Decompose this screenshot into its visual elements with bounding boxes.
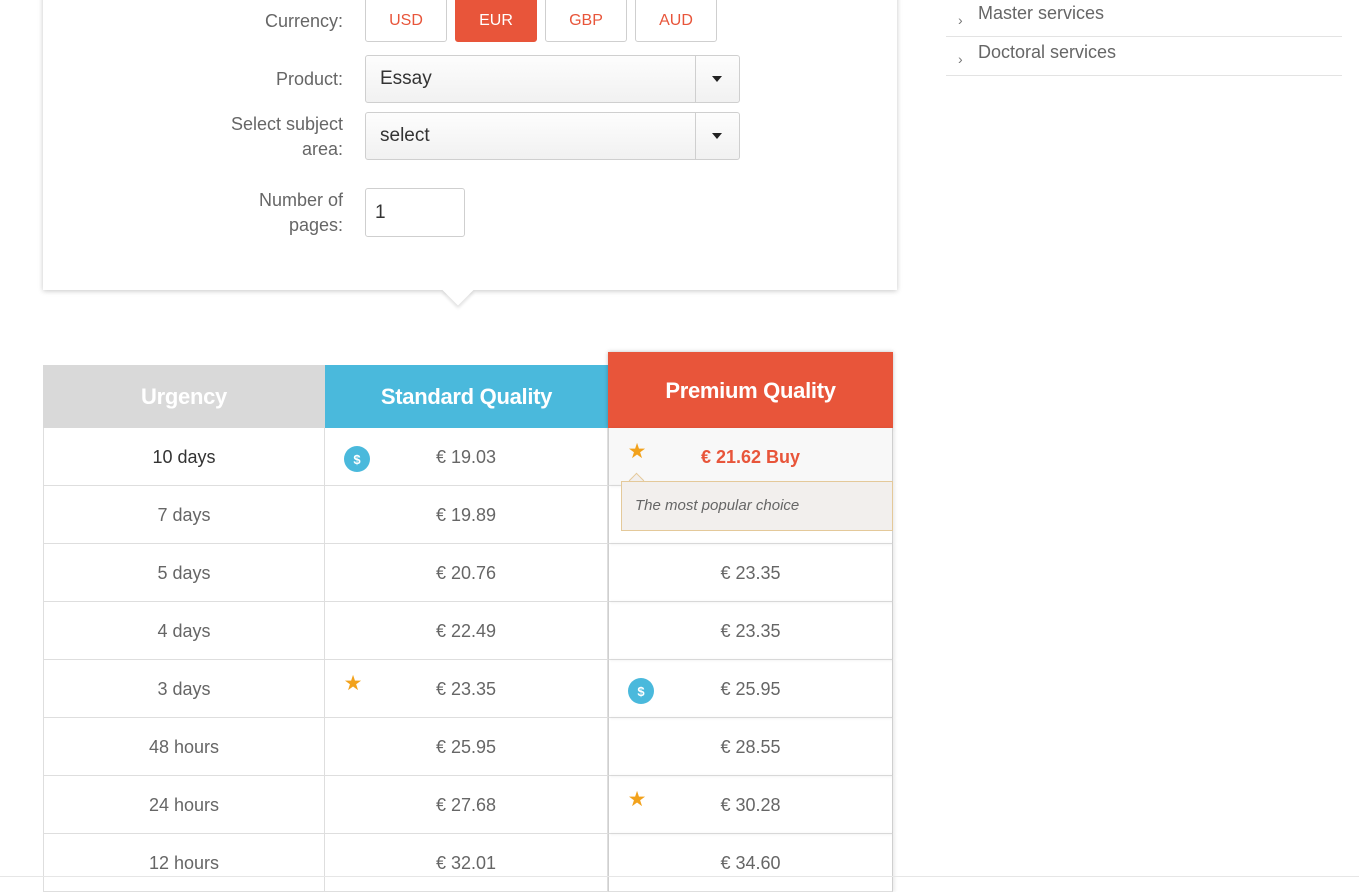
premium-price-cell[interactable]: € 34.60 bbox=[608, 834, 893, 892]
premium-price: € 28.55 bbox=[720, 737, 781, 757]
premium-price-cell[interactable]: € 28.55 bbox=[608, 718, 893, 776]
premium-price: € 30.28 bbox=[720, 795, 781, 815]
standard-price-cell[interactable]: € 25.95 bbox=[325, 718, 608, 776]
urgency-cell: 4 days bbox=[43, 602, 325, 660]
subject-select[interactable]: select bbox=[365, 112, 740, 160]
subject-dropdown-toggle[interactable] bbox=[695, 113, 739, 159]
standard-price: € 19.89 bbox=[435, 505, 497, 525]
subject-value: select bbox=[380, 125, 430, 146]
product-value: Essay bbox=[380, 68, 432, 89]
standard-price: € 20.76 bbox=[435, 563, 497, 583]
dollar-coin-icon: $ bbox=[344, 446, 370, 472]
table-row: 4 days € 22.49 € 23.35 bbox=[43, 602, 895, 660]
premium-price: € 25.95 bbox=[720, 679, 781, 699]
sidebar-item-master-services[interactable]: › Master services bbox=[946, 0, 1342, 37]
chevron-right-icon: › bbox=[958, 12, 963, 28]
premium-price-cell[interactable]: € 23.35 bbox=[608, 544, 893, 602]
star-icon: ★ bbox=[627, 788, 647, 811]
standard-price: € 25.95 bbox=[435, 737, 497, 757]
urgency-cell: 3 days bbox=[43, 660, 325, 718]
divider bbox=[0, 876, 1359, 877]
popular-choice-tooltip: The most popular choice bbox=[621, 481, 893, 531]
premium-price: € 23.35 bbox=[720, 621, 781, 641]
currency-eur-button[interactable]: EUR bbox=[455, 0, 537, 42]
subject-label-line1: Select subject bbox=[230, 114, 343, 134]
urgency-cell: 12 hours bbox=[43, 834, 325, 892]
product-label: Product: bbox=[275, 69, 343, 89]
currency-aud-button[interactable]: AUD bbox=[635, 0, 717, 42]
currency-usd-button[interactable]: USD bbox=[365, 0, 447, 42]
pages-label: Number of pages: bbox=[143, 188, 343, 238]
standard-price: € 19.03 bbox=[435, 447, 497, 467]
premium-price-buy-button[interactable]: € 21.62 Buy bbox=[701, 447, 800, 467]
table-row: 10 days $ € 19.03 ★ € 21.62 Buy bbox=[43, 428, 895, 486]
urgency-cell: 48 hours bbox=[43, 718, 325, 776]
caret-down-icon bbox=[712, 133, 722, 139]
header-premium-quality: Premium Quality bbox=[608, 352, 893, 428]
caret-down-icon bbox=[712, 76, 722, 82]
premium-price-cell[interactable]: ★ € 30.28 bbox=[608, 776, 893, 834]
subject-label-line2: area: bbox=[301, 139, 343, 159]
subject-label: Select subject area: bbox=[143, 112, 343, 162]
currency-gbp-button[interactable]: GBP bbox=[545, 0, 627, 42]
urgency-cell: 10 days bbox=[43, 428, 325, 486]
table-row: 3 days ★ € 23.35 $ € 25.95 bbox=[43, 660, 895, 718]
premium-price: € 23.35 bbox=[720, 563, 781, 583]
dollar-coin-icon: $ bbox=[628, 678, 654, 704]
standard-price-cell[interactable]: € 32.01 bbox=[325, 834, 608, 892]
standard-price-cell[interactable]: € 27.68 bbox=[325, 776, 608, 834]
standard-price: € 23.35 bbox=[435, 679, 497, 699]
standard-price-cell[interactable]: € 20.76 bbox=[325, 544, 608, 602]
premium-price: € 34.60 bbox=[720, 853, 781, 873]
standard-price: € 27.68 bbox=[435, 795, 497, 815]
standard-price-cell[interactable]: $ € 19.03 bbox=[325, 428, 608, 486]
table-row: 5 days € 20.76 € 23.35 bbox=[43, 544, 895, 602]
table-row: 24 hours € 27.68 ★ € 30.28 bbox=[43, 776, 895, 834]
standard-price: € 22.49 bbox=[435, 621, 497, 641]
premium-price-cell[interactable]: $ € 25.95 bbox=[608, 660, 893, 718]
header-urgency: Urgency bbox=[43, 365, 325, 428]
sidebar-item-label: Doctoral services bbox=[978, 42, 1117, 62]
star-icon: ★ bbox=[627, 440, 647, 463]
standard-price: € 32.01 bbox=[435, 853, 497, 873]
premium-price-cell[interactable]: € 23.35 bbox=[608, 602, 893, 660]
table-row: 48 hours € 25.95 € 28.55 bbox=[43, 718, 895, 776]
product-dropdown-toggle[interactable] bbox=[695, 56, 739, 102]
urgency-cell: 7 days bbox=[43, 486, 325, 544]
chevron-right-icon: › bbox=[958, 51, 963, 67]
product-select[interactable]: Essay bbox=[365, 55, 740, 103]
sidebar-item-label: Master services bbox=[978, 3, 1105, 23]
table-row: 12 hours € 32.01 € 34.60 bbox=[43, 834, 895, 892]
premium-price-cell[interactable]: ★ € 21.62 Buy bbox=[608, 428, 893, 486]
standard-price-cell[interactable]: ★ € 23.35 bbox=[325, 660, 608, 718]
sidebar-item-doctoral-services[interactable]: › Doctoral services bbox=[946, 38, 1342, 76]
star-icon: ★ bbox=[343, 672, 363, 695]
urgency-cell: 24 hours bbox=[43, 776, 325, 834]
currency-label: Currency: bbox=[264, 11, 343, 31]
pages-label-line1: Number of bbox=[258, 190, 343, 210]
pages-input[interactable] bbox=[365, 188, 465, 237]
urgency-cell: 5 days bbox=[43, 544, 325, 602]
standard-price-cell[interactable]: € 19.89 bbox=[325, 486, 608, 544]
pages-label-line2: pages: bbox=[288, 215, 343, 235]
standard-price-cell[interactable]: € 22.49 bbox=[325, 602, 608, 660]
header-standard-quality: Standard Quality bbox=[325, 365, 608, 428]
